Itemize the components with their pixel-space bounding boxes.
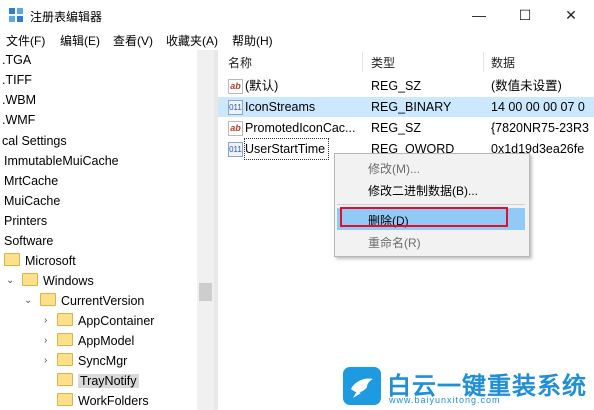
menu-item-modify[interactable]: 修改(M)...	[368, 160, 420, 177]
tree-item[interactable]: ImmutableMuiCache	[4, 151, 119, 171]
watermark: 白云一键重装系统 www.baiyunxitong.com	[343, 365, 591, 407]
folder-icon	[57, 393, 73, 406]
folder-icon	[57, 333, 73, 346]
column-header-name[interactable]: 名称	[228, 54, 252, 71]
menu-item-rename[interactable]: 重命名(R)	[368, 234, 421, 251]
value-data: {7820NR75-23R3	[491, 121, 589, 135]
chevron-right-icon[interactable]: ›	[44, 311, 47, 331]
tree-item[interactable]: MuiCache	[4, 191, 60, 211]
tree-item[interactable]: › AppModel	[42, 331, 134, 351]
column-header-type[interactable]: 类型	[371, 54, 395, 71]
watermark-url: www.baiyunxitong.com	[389, 395, 501, 405]
value-type: REG_SZ	[371, 121, 422, 135]
folder-icon	[57, 373, 73, 386]
folder-icon	[57, 313, 73, 326]
tree-item-label: AppContainer	[78, 314, 155, 328]
tree-item[interactable]: .TIFF	[2, 70, 32, 90]
menu-separator	[337, 204, 525, 205]
value-type: REG_SZ	[371, 79, 422, 93]
tree-item-selected[interactable]: TrayNotify	[42, 371, 139, 391]
folder-icon	[22, 273, 38, 286]
tree-item[interactable]: cal Settings	[2, 131, 67, 151]
chevron-right-icon[interactable]: ›	[44, 331, 47, 351]
tree-item-label: .TGA	[2, 53, 32, 67]
tree-scrollbar-thumb[interactable]	[199, 283, 212, 301]
column-header-data[interactable]: 数据	[491, 54, 515, 71]
regedit-icon	[9, 8, 23, 22]
tree-item-label: Printers	[4, 214, 48, 228]
tree-item-label: ImmutableMuiCache	[4, 154, 119, 168]
tree-item-label: SyncMgr	[78, 354, 128, 368]
tree-item-label: Software	[4, 234, 54, 248]
tree-item-label: CurrentVersion	[61, 294, 145, 308]
menu-favorites[interactable]: 收藏夹(A)	[166, 32, 218, 49]
context-menu: 修改(M)... 修改二进制数据(B)... 删除(D) 重命名(R)	[334, 153, 530, 257]
binary-value-icon: 011	[228, 100, 243, 115]
menu-item-modify-binary[interactable]: 修改二进制数据(B)...	[368, 182, 478, 199]
value-name: PromotedIconCac...	[245, 121, 356, 135]
value-data: 14 00 00 00 07 0	[491, 100, 585, 114]
bird-logo-icon	[343, 367, 381, 405]
maximize-icon: ☐	[518, 6, 532, 23]
minimize-button[interactable]: —	[456, 0, 502, 30]
tree-item[interactable]: ⌄ Windows	[4, 271, 94, 291]
tree-item[interactable]: .WMF	[2, 110, 35, 130]
string-value-icon: ab	[228, 79, 243, 94]
title-bar: 注册表编辑器 — ☐ ✕	[0, 0, 594, 30]
folder-icon	[57, 353, 73, 366]
tree-item[interactable]: WorkFolders	[42, 391, 149, 410]
maximize-button[interactable]: ☐	[502, 0, 548, 30]
tree-item-label: .WMF	[2, 113, 36, 127]
tree-pane: .TGA .TIFF .WBM .WMF cal Settings Immuta…	[0, 50, 214, 410]
delete-highlight-box	[340, 207, 508, 227]
menu-edit[interactable]: 编辑(E)	[60, 32, 100, 49]
tree-item-label: Microsoft	[25, 254, 76, 268]
tree-item[interactable]: ⌄ CurrentVersion	[22, 291, 144, 311]
table-row[interactable]: ab (默认) REG_SZ (数值未设置)	[218, 76, 594, 96]
tree-item[interactable]: .TGA	[2, 50, 31, 70]
close-icon: ✕	[565, 6, 577, 23]
chevron-down-icon[interactable]: ⌄	[6, 271, 14, 291]
minimize-icon: —	[472, 7, 486, 23]
tree-item[interactable]: › AppContainer	[42, 311, 154, 331]
tree-item-label: Windows	[43, 274, 94, 288]
tree-scrollbar[interactable]	[197, 50, 214, 410]
folder-icon	[40, 293, 56, 306]
value-name: IconStreams	[245, 100, 316, 114]
tree-item-label: AppModel	[78, 334, 135, 348]
binary-value-icon: 011	[228, 142, 243, 157]
tree-item-label: TrayNotify	[78, 374, 139, 388]
tree-item-label: WorkFolders	[78, 394, 149, 408]
tree-item-label: MuiCache	[4, 194, 61, 208]
table-row-selected[interactable]: 011 IconStreams REG_BINARY 14 00 00 00 0…	[218, 97, 594, 117]
menu-help[interactable]: 帮助(H)	[232, 32, 273, 49]
folder-icon	[4, 253, 20, 266]
value-data: (数值未设置)	[491, 79, 562, 93]
tree-item-label: cal Settings	[2, 134, 67, 148]
tree-item[interactable]: .WBM	[2, 90, 36, 110]
tree-item-label: MrtCache	[4, 174, 59, 188]
chevron-right-icon[interactable]: ›	[44, 351, 47, 371]
value-name: UserStartTime	[243, 138, 330, 160]
table-row[interactable]: ab PromotedIconCac... REG_SZ {7820NR75-2…	[218, 118, 594, 138]
tree-item[interactable]: Printers	[4, 211, 47, 231]
chevron-down-icon[interactable]: ⌄	[24, 291, 32, 311]
string-value-icon: ab	[228, 121, 243, 136]
menu-bar: 文件(F) 编辑(E) 查看(V) 收藏夹(A) 帮助(H)	[0, 30, 594, 50]
tree-item[interactable]: › SyncMgr	[42, 351, 127, 371]
value-type: REG_BINARY	[371, 100, 452, 114]
tree-item[interactable]: Microsoft	[4, 251, 76, 271]
value-name: (默认)	[245, 79, 279, 93]
column-divider[interactable]	[362, 52, 363, 72]
tree-item[interactable]: Software	[4, 231, 53, 251]
tree-item-label: .TIFF	[2, 73, 32, 87]
column-divider[interactable]	[483, 52, 484, 72]
close-button[interactable]: ✕	[548, 0, 594, 30]
tree-item[interactable]: MrtCache	[4, 171, 58, 191]
menu-file[interactable]: 文件(F)	[6, 32, 45, 49]
tree-item-label: .WBM	[2, 93, 37, 107]
window-title: 注册表编辑器	[30, 10, 103, 24]
menu-view[interactable]: 查看(V)	[113, 32, 153, 49]
